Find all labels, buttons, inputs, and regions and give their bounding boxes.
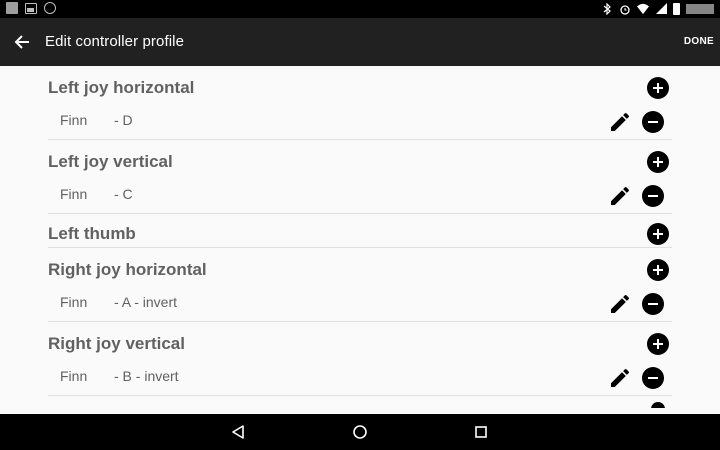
- circle-home-icon[interactable]: [351, 423, 369, 441]
- app-bar: Edit controller profile DONE: [0, 18, 720, 66]
- mapping-group-right-joy-vertical: Right joy vertical Finn - B - invert: [48, 322, 672, 396]
- group-label: Right joy horizontal: [48, 260, 207, 279]
- notification-icon: [6, 2, 18, 14]
- binding-row: Finn - C: [48, 178, 672, 213]
- mapping-group-left-thumb: Left thumb: [48, 214, 672, 248]
- triangle-back-icon[interactable]: [229, 423, 247, 441]
- navigation-bar: [0, 414, 720, 450]
- binding-device: Finn: [60, 368, 88, 384]
- group-label: Left joy horizontal: [48, 78, 195, 97]
- binding-device: Finn: [60, 294, 88, 310]
- binding-row: Finn - B - invert: [48, 360, 672, 395]
- add-circle-icon[interactable]: [647, 223, 669, 245]
- group-header: Left joy horizontal: [48, 66, 672, 104]
- binding-row: Finn - A - invert: [48, 286, 672, 321]
- add-circle-icon[interactable]: [647, 77, 669, 99]
- system-icons: [601, 2, 714, 15]
- binding-detail: - C: [114, 186, 133, 202]
- group-label: Right joy vertical: [48, 334, 185, 353]
- binding-row: Finn - D: [48, 104, 672, 139]
- sync-icon: [44, 2, 56, 14]
- group-header: Right joy vertical: [48, 322, 672, 360]
- add-circle-icon[interactable]: [647, 333, 669, 355]
- pencil-icon[interactable]: [608, 184, 632, 208]
- add-circle-icon[interactable]: [647, 259, 669, 281]
- group-header: Right joy horizontal: [48, 248, 672, 286]
- add-circle-icon[interactable]: [647, 151, 669, 173]
- mapping-list: Left joy horizontal Finn - D Left joy ve…: [48, 66, 672, 408]
- bluetooth-icon: [601, 2, 613, 15]
- clock: [686, 3, 714, 14]
- signal-icon: [655, 2, 667, 15]
- arrow-back-icon[interactable]: [10, 30, 34, 54]
- group-header: Left thumb: [48, 214, 672, 247]
- mapping-group-right-joy-horizontal: Right joy horizontal Finn - A - invert: [48, 248, 672, 322]
- binding-device: Finn: [60, 186, 88, 202]
- notification-icons: [6, 2, 56, 14]
- image-notification-icon: [25, 2, 37, 14]
- pencil-icon[interactable]: [608, 366, 632, 390]
- status-bar: [0, 0, 720, 18]
- binding-device: Finn: [60, 112, 88, 128]
- done-button[interactable]: DONE: [684, 36, 714, 47]
- binding-detail: - A - invert: [114, 294, 178, 310]
- square-recents-icon[interactable]: [472, 423, 490, 441]
- next-group-partial: [48, 396, 672, 408]
- remove-circle-icon[interactable]: [642, 367, 664, 389]
- mapping-group-left-joy-horizontal: Left joy horizontal Finn - D: [48, 66, 672, 140]
- remove-circle-icon[interactable]: [642, 111, 664, 133]
- profile-list: Left joy horizontal Finn - D Left joy ve…: [0, 66, 720, 414]
- group-label: Left thumb: [48, 224, 136, 243]
- binding-detail: - D: [114, 112, 133, 128]
- pencil-icon[interactable]: [608, 292, 632, 316]
- add-circle-icon[interactable]: [651, 402, 665, 408]
- battery-icon: [673, 2, 680, 15]
- binding-detail: - B - invert: [114, 368, 179, 384]
- remove-circle-icon[interactable]: [642, 293, 664, 315]
- group-header: Left joy vertical: [48, 140, 672, 178]
- pencil-icon[interactable]: [608, 110, 632, 134]
- alarm-icon: [619, 2, 631, 15]
- group-label: Left joy vertical: [48, 152, 173, 171]
- wifi-icon: [637, 2, 649, 15]
- remove-circle-icon[interactable]: [642, 185, 664, 207]
- page-title: Edit controller profile: [45, 33, 185, 50]
- mapping-group-left-joy-vertical: Left joy vertical Finn - C: [48, 140, 672, 214]
